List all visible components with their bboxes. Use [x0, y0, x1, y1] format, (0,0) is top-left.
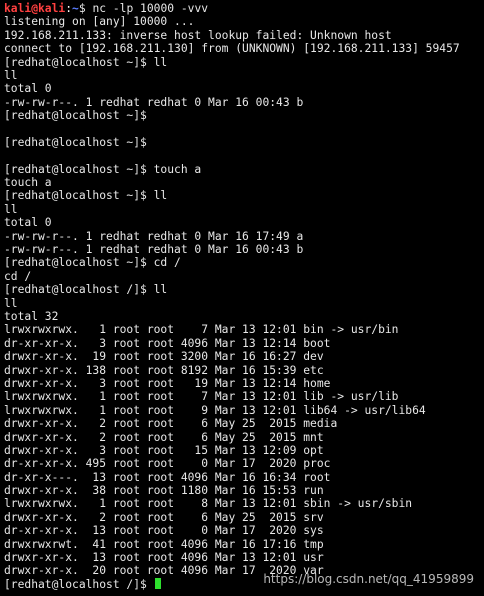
output-line: -rw-rw-r--. 1 redhat redhat 0 Mar 16 00:…	[4, 243, 304, 257]
output-line: drwxr-xr-x. 3 root root 19 Mar 13 12:14 …	[4, 376, 331, 390]
output-line: lrwxrwxrwx. 1 root root 7 Mar 13 12:01 b…	[4, 323, 399, 337]
output-line: -rw-rw-r--. 1 redhat redhat 0 Mar 16 00:…	[4, 95, 304, 109]
output-line: 192.168.211.133: inverse host lookup fai…	[4, 28, 392, 42]
prompt-dollar: $	[78, 2, 93, 15]
terminal-output: listening on [any] 10000 ... 192.168.211.…	[4, 15, 484, 577]
output-line: drwxr-xr-x. 38 root root 1180 Mar 16 15:…	[4, 484, 324, 498]
output-line: dr-xr-x---. 13 root root 4096 Mar 16 16:…	[4, 470, 331, 484]
kali-prompt-line: kali@kali:~$ nc -lp 10000 -vvv	[4, 2, 484, 15]
output-line: connect to [192.168.211.130] from (UNKNO…	[4, 42, 460, 56]
output-line: drwxr-xr-x. 19 root root 3200 Mar 16 16:…	[4, 350, 324, 364]
output-line: drwxr-xr-x. 2 root root 6 May 25 2015 me…	[4, 417, 338, 431]
output-line: [redhat@localhost ~]$ ll	[4, 55, 168, 69]
output-line: cd /	[4, 269, 32, 283]
output-line: dr-xr-xr-x. 3 root root 4096 Mar 13 12:1…	[4, 336, 331, 350]
output-line: dr-xr-xr-x. 495 root root 0 Mar 17 2020 …	[4, 457, 331, 471]
output-line: [redhat@localhost /]$ ll	[4, 283, 168, 297]
output-line: ll	[4, 202, 18, 216]
output-line: touch a	[4, 176, 52, 190]
output-line: total 0	[4, 82, 52, 96]
final-prompt: [redhat@localhost /]$	[4, 577, 154, 591]
output-line: lrwxrwxrwx. 1 root root 8 Mar 13 12:01 s…	[4, 497, 413, 511]
output-line: drwxr-xr-x. 3 root root 15 Mar 13 12:09 …	[4, 443, 324, 457]
watermark-text: https://blog.csdn.net/qq_41959899	[263, 572, 474, 586]
output-line: [redhat@localhost ~]$	[4, 109, 147, 123]
output-line: drwxrwxrwt. 41 root root 4096 Mar 16 17:…	[4, 537, 324, 551]
output-line: total 0	[4, 216, 52, 230]
output-line: [redhat@localhost ~]$	[4, 135, 147, 149]
output-line: -rw-rw-r--. 1 redhat redhat 0 Mar 16 17:…	[4, 229, 304, 243]
output-line: listening on [any] 10000 ...	[4, 15, 195, 29]
output-line: ll	[4, 296, 18, 310]
prompt-path: ~	[72, 2, 79, 15]
output-line: drwxr-xr-x. 138 root root 8192 Mar 16 15…	[4, 363, 324, 377]
output-line: drwxr-xr-x. 2 root root 6 May 25 2015 mn…	[4, 430, 324, 444]
cursor-block	[154, 577, 161, 589]
output-line: [redhat@localhost ~]$ cd /	[4, 256, 181, 270]
prompt-command: nc -lp 10000 -vvv	[92, 2, 209, 15]
output-line: drwxr-xr-x. 13 root root 4096 Mar 13 12:…	[4, 551, 324, 565]
output-line: lrwxrwxrwx. 1 root root 9 Mar 13 12:01 l…	[4, 403, 426, 417]
output-line: dr-xr-xr-x. 13 root root 0 Mar 17 2020 s…	[4, 524, 324, 538]
output-line: total 32	[4, 309, 59, 323]
terminal-window[interactable]: kali@kali:~$ nc -lp 10000 -vvv listening…	[0, 0, 484, 596]
output-line: ll	[4, 68, 18, 82]
output-line: drwxr-xr-x. 2 root root 6 May 25 2015 sr…	[4, 510, 324, 524]
output-line: lrwxrwxrwx. 1 root root 7 Mar 13 12:01 l…	[4, 390, 399, 404]
output-line: [redhat@localhost ~]$ touch a	[4, 162, 202, 176]
prompt-user-host: kali@kali	[4, 2, 66, 15]
output-line: [redhat@localhost ~]$ ll	[4, 189, 168, 203]
prompt-separator: :	[65, 2, 73, 15]
